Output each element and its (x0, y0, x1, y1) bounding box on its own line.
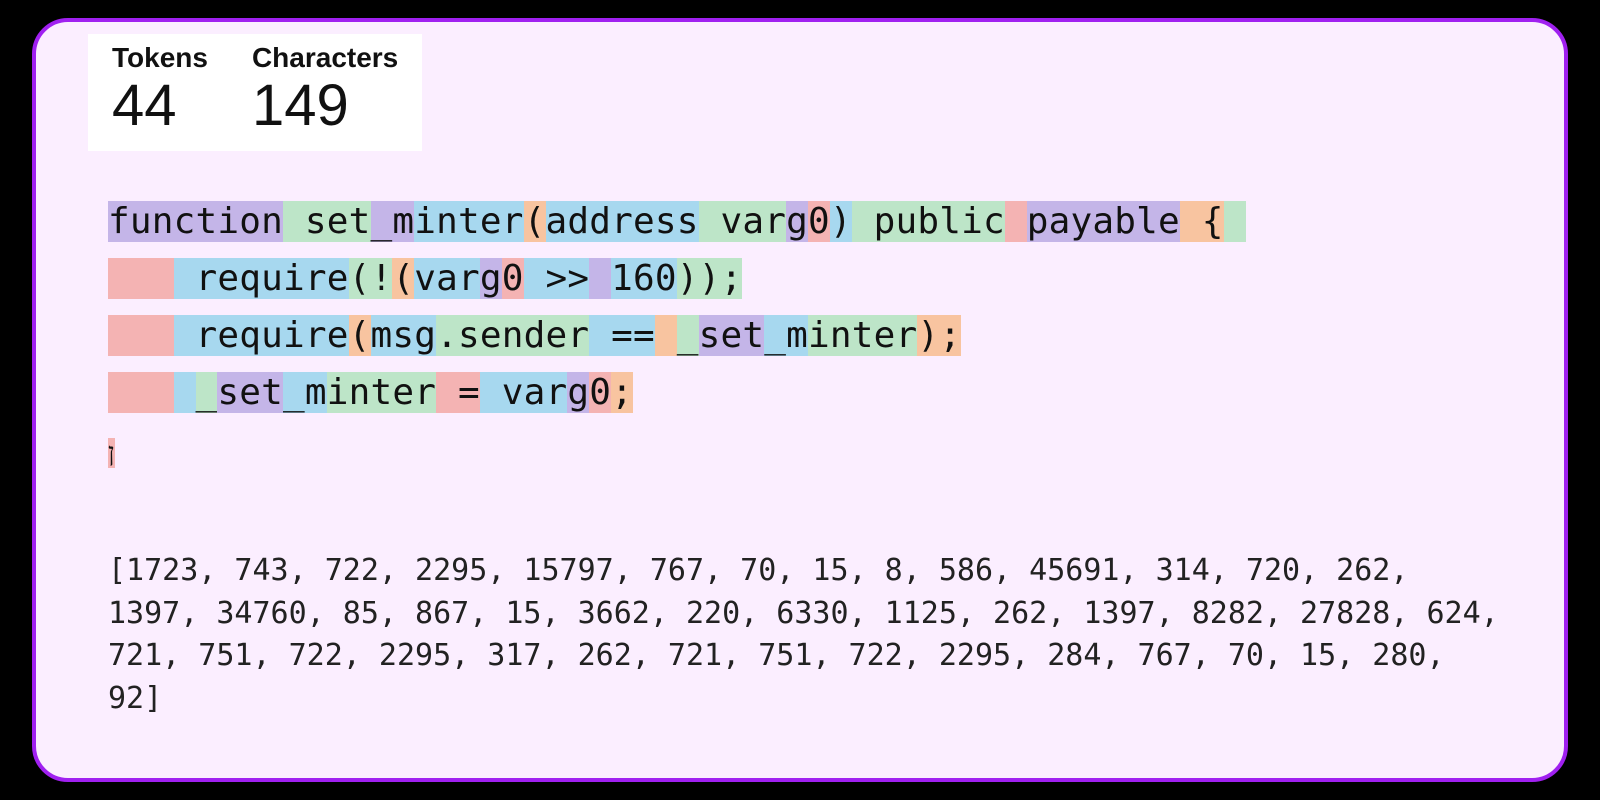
token: >> (524, 258, 590, 299)
token: set (217, 372, 283, 413)
token: inter (414, 201, 523, 242)
token: require (174, 315, 349, 356)
code-line-trailing: ן (108, 422, 1504, 479)
token: 0 (589, 372, 611, 413)
token: ( (392, 258, 414, 299)
token: inter (808, 315, 917, 356)
code-line: _set_minter = varg0; (108, 365, 1504, 422)
token: 0 (502, 258, 524, 299)
token: ; (611, 372, 633, 413)
tokens-label: Tokens (112, 42, 208, 74)
token: var (414, 258, 480, 299)
token: msg (371, 315, 437, 356)
characters-label: Characters (252, 42, 398, 74)
tokenized-code: function set_minter(address varg0) publi… (108, 194, 1504, 478)
token: ( (524, 201, 546, 242)
token (174, 372, 196, 413)
token: g (567, 372, 589, 413)
token (108, 258, 174, 299)
token: ן (108, 438, 115, 468)
token: (! (349, 258, 393, 299)
token: 0 (808, 201, 830, 242)
token: payable (1027, 201, 1180, 242)
token (589, 258, 611, 299)
token: _m (283, 372, 327, 413)
token: { (1180, 201, 1224, 242)
token: var (480, 372, 568, 413)
token: public (852, 201, 1005, 242)
token: _m (371, 201, 415, 242)
characters-stat: Characters 149 (252, 42, 398, 137)
token: )); (677, 258, 743, 299)
code-line: require(msg.sender == _set_minter); (108, 308, 1504, 365)
token: 160 (611, 258, 677, 299)
token: function (108, 201, 283, 242)
token: _m (764, 315, 808, 356)
characters-value: 149 (252, 76, 398, 137)
token: == (589, 315, 655, 356)
token: require (174, 258, 349, 299)
token: address (546, 201, 699, 242)
token (1005, 201, 1027, 242)
token: .sender (436, 315, 589, 356)
token: ) (830, 201, 852, 242)
token (655, 315, 677, 356)
stats-box: Tokens 44 Characters 149 (88, 34, 422, 151)
token: ( (349, 315, 371, 356)
token: var (699, 201, 787, 242)
token: ); (917, 315, 961, 356)
code-line: require(!(varg0 >> 160)); (108, 251, 1504, 308)
token: = (436, 372, 480, 413)
token-ids-list: [1723, 743, 722, 2295, 15797, 767, 70, 1… (108, 550, 1504, 720)
token: set (699, 315, 765, 356)
tokens-value: 44 (112, 76, 208, 137)
token: set (283, 201, 371, 242)
token: _ (677, 315, 699, 356)
token: inter (327, 372, 436, 413)
token (1224, 201, 1246, 242)
token (108, 315, 174, 356)
token: g (480, 258, 502, 299)
tokenizer-card: Tokens 44 Characters 149 function set_mi… (32, 18, 1568, 782)
tokens-stat: Tokens 44 (112, 42, 208, 137)
code-line: function set_minter(address varg0) publi… (108, 194, 1504, 251)
token (108, 372, 174, 413)
token: _ (196, 372, 218, 413)
token: g (786, 201, 808, 242)
